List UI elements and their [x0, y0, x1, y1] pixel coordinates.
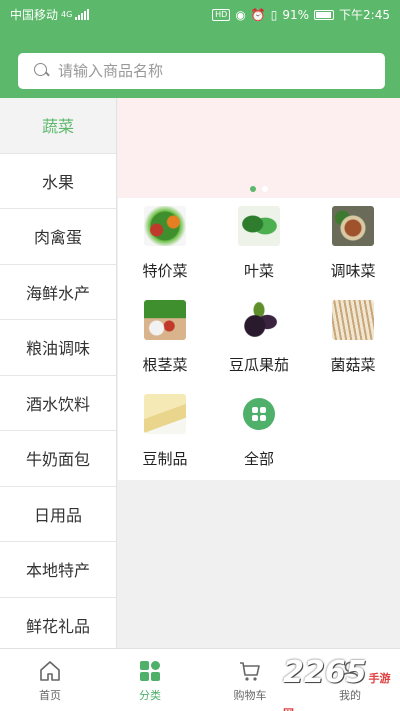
- network-type: 4G: [61, 10, 73, 19]
- battery-percent: 91%: [282, 7, 310, 22]
- subcategory-all[interactable]: 全部: [212, 386, 306, 480]
- subcategory-label: 豆制品: [142, 450, 188, 468]
- tab-label: 分类: [139, 689, 161, 702]
- tab-home[interactable]: 首页: [0, 649, 100, 711]
- mixed-vegetables-image: [144, 206, 186, 246]
- tab-label: 首页: [39, 689, 61, 702]
- sidebar-item-fruit[interactable]: 水果: [0, 154, 116, 209]
- category-sidebar: 蔬菜 水果 肉禽蛋 海鲜水产 粮油调味 酒水饮料 牛奶面包 日用品 本地特产 鲜…: [0, 98, 117, 648]
- sidebar-item-meat-eggs[interactable]: 肉禽蛋: [0, 209, 116, 265]
- search-input[interactable]: [58, 62, 338, 80]
- banner-dot-active[interactable]: [250, 186, 256, 192]
- subcategory-seasoning[interactable]: 调味菜: [306, 198, 400, 292]
- tofu-image: [144, 394, 186, 434]
- subcategory-leafy[interactable]: 叶菜: [212, 198, 306, 292]
- sidebar-item-flowers-gifts[interactable]: 鲜花礼品: [0, 598, 116, 649]
- sidebar-item-local-specialty[interactable]: 本地特产: [0, 542, 116, 598]
- vibrate-icon: ▯: [270, 7, 278, 22]
- sidebar-item-daily-goods[interactable]: 日用品: [0, 487, 116, 542]
- sidebar-item-vegetables[interactable]: 蔬菜: [0, 98, 116, 154]
- subcategory-label: 豆瓜果茄: [228, 356, 289, 374]
- search-icon: [34, 63, 50, 79]
- subcategory-tofu[interactable]: 豆制品: [118, 386, 212, 480]
- watermark-number: 2265: [283, 655, 367, 690]
- header: [0, 28, 400, 98]
- category-icon: [140, 661, 160, 681]
- subcategory-label: 根茎菜: [142, 356, 188, 374]
- banner-pagination: [118, 186, 400, 192]
- subcategory-special-price[interactable]: 特价菜: [118, 198, 212, 292]
- all-grid-icon: [243, 398, 275, 430]
- clock: 下午2:45: [339, 8, 390, 22]
- cart-icon: [240, 662, 260, 681]
- sidebar-item-drinks[interactable]: 酒水饮料: [0, 376, 116, 431]
- eye-icon: ◉: [235, 7, 246, 22]
- subcategory-label: 叶菜: [243, 262, 274, 280]
- subcategory-root[interactable]: 根茎菜: [118, 292, 212, 386]
- carrier-label: 中国移动: [10, 8, 59, 22]
- seasoning-vegetables-image: [332, 206, 374, 246]
- subcategory-label: 特价菜: [142, 262, 188, 280]
- sidebar-item-seafood[interactable]: 海鲜水产: [0, 265, 116, 320]
- subcategory-mushroom[interactable]: 菌菇菜: [306, 292, 400, 386]
- search-bar[interactable]: [18, 53, 385, 89]
- tab-label: 购物车: [233, 689, 267, 702]
- root-vegetables-image: [144, 300, 186, 340]
- mushroom-image: [332, 300, 374, 340]
- signal-icon: [75, 9, 90, 20]
- alarm-icon: ⏰: [250, 7, 266, 22]
- subcategory-label: 菌菇菜: [330, 356, 376, 374]
- promo-banner[interactable]: [118, 98, 400, 198]
- subcategory-beans-melons[interactable]: 豆瓜果茄: [212, 292, 306, 386]
- home-icon: [40, 661, 60, 681]
- banner-dot[interactable]: [262, 186, 268, 192]
- sidebar-item-grain-oil[interactable]: 粮油调味: [0, 320, 116, 376]
- site-watermark: 2265手游网: [283, 655, 400, 711]
- subcategory-label: 调味菜: [330, 262, 376, 280]
- subcategory-label: 全部: [243, 450, 274, 468]
- hd-badge: HD: [212, 8, 231, 21]
- eggplant-image: [238, 300, 280, 340]
- leafy-greens-image: [238, 206, 280, 246]
- status-bar: 中国移动 4G HD ◉ ⏰ ▯ 91% 下午2:45: [0, 0, 400, 28]
- sidebar-item-dairy-bread[interactable]: 牛奶面包: [0, 431, 116, 487]
- tab-category[interactable]: 分类: [100, 649, 200, 711]
- subcategory-grid: 特价菜 叶菜 调味菜 根茎菜 豆瓜果茄 菌菇菜 豆制品 全部: [118, 198, 400, 480]
- battery-icon: [314, 9, 335, 20]
